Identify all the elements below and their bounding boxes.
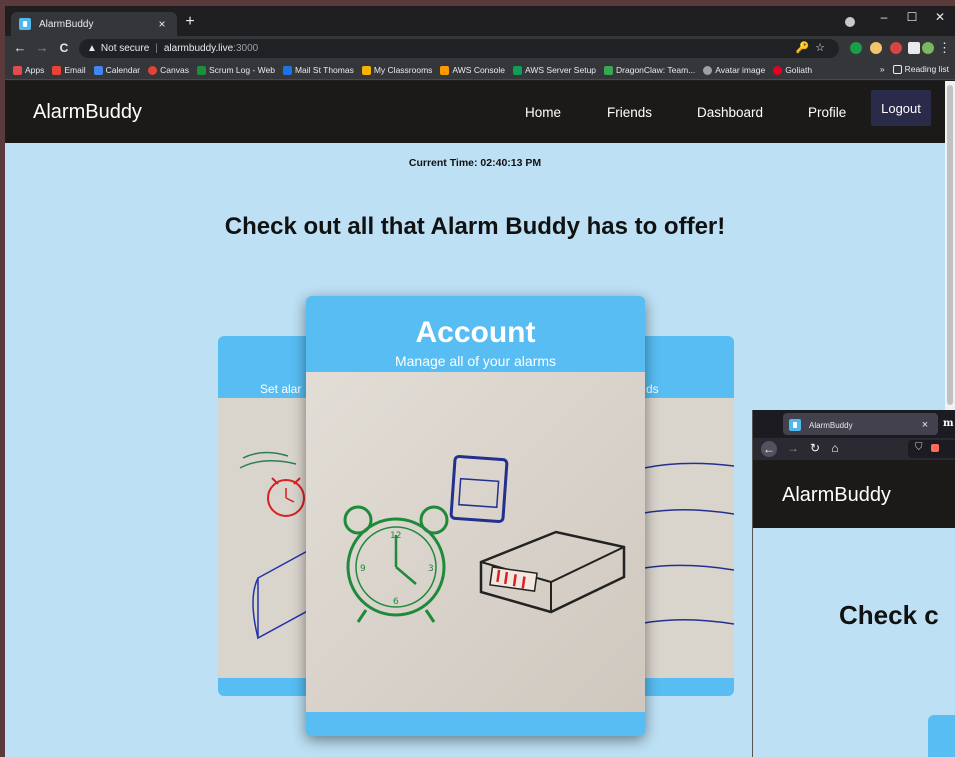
- bookmarks-right: » Reading list: [880, 64, 949, 74]
- bookmark-goliath[interactable]: Goliath: [773, 65, 812, 75]
- svg-text:3: 3: [428, 564, 434, 574]
- alarmbuddy-favicon-icon: [789, 419, 801, 431]
- scrollbar-thumb[interactable]: [947, 85, 953, 405]
- bookmark-canvas[interactable]: Canvas: [148, 65, 189, 75]
- outlook-icon: [282, 65, 292, 75]
- overlay-browser-window: AlarmBuddy × m ← → ↻ ⌂ ⛉ AlarmBuddy Chec…: [752, 410, 955, 757]
- profile-avatar-icon[interactable]: [922, 42, 934, 54]
- alarm-clocks-sketch: 12 3 6 9: [343, 455, 626, 623]
- security-label[interactable]: Not secure: [101, 43, 149, 54]
- svg-text:12: 12: [390, 531, 401, 541]
- overlay-brand-logo[interactable]: AlarmBuddy: [782, 484, 891, 507]
- back-button[interactable]: ←: [11, 40, 29, 56]
- card-subtitle: Manage all of your alarms: [394, 353, 557, 369]
- canvas-icon: [148, 65, 158, 75]
- overlay-close-tab-icon[interactable]: ×: [918, 419, 932, 431]
- bookmark-aws-console[interactable]: AWS Console: [440, 65, 505, 75]
- nav-friends[interactable]: Friends: [607, 105, 652, 120]
- svg-text:9: 9: [360, 564, 366, 574]
- minimize-button[interactable]: –: [870, 10, 898, 24]
- profile-indicator-icon[interactable]: [845, 17, 855, 27]
- bookmarks-bar: Apps Email Calendar Canvas Scrum Log - W…: [5, 61, 955, 80]
- reload-button[interactable]: C: [55, 40, 73, 56]
- card-left-subtitle: Set alar: [260, 382, 302, 396]
- current-time: Current Time: 02:40:13 PM: [408, 157, 542, 169]
- overlay-reload-icon[interactable]: ↻: [807, 441, 823, 455]
- extension-red-icon[interactable]: [890, 42, 902, 54]
- overlay-tab[interactable]: AlarmBuddy ×: [783, 413, 938, 435]
- overlay-toolbar: ← → ↻ ⌂ ⛉: [753, 438, 955, 460]
- bookmark-avatar-image[interactable]: Avatar image: [703, 65, 765, 75]
- address-bar[interactable]: ▲ Not secure | alarmbuddy.live :3000 🔑☆: [79, 39, 839, 58]
- logout-button[interactable]: Logout: [871, 90, 931, 126]
- pinterest-icon: [773, 65, 783, 75]
- card-image: 12 3 6 9: [306, 372, 645, 712]
- bookmark-aws-server-setup[interactable]: AWS Server Setup: [513, 65, 596, 75]
- close-window-button[interactable]: ✕: [926, 10, 954, 24]
- classroom-icon: [361, 65, 371, 75]
- calendar-icon: [93, 65, 103, 75]
- aws-icon: [440, 65, 450, 75]
- url-separator: |: [155, 43, 158, 54]
- new-tab-button[interactable]: +: [181, 14, 199, 30]
- bookmark-apps[interactable]: Apps: [13, 65, 44, 75]
- nav-home[interactable]: Home: [525, 105, 561, 120]
- tab-strip: AlarmBuddy × + – ☐ ✕: [5, 6, 955, 36]
- extension-green-icon[interactable]: [850, 42, 862, 54]
- overlay-headline: Check c: [839, 600, 939, 630]
- card-right-subtitle: ds: [646, 382, 659, 396]
- overlay-site-navbar: AlarmBuddy: [753, 460, 955, 528]
- overlay-shield-icon[interactable]: ⛉: [915, 442, 923, 453]
- warning-icon[interactable]: ▲: [87, 43, 97, 54]
- nav-profile[interactable]: Profile: [808, 105, 846, 120]
- url-port[interactable]: :3000: [233, 43, 258, 54]
- reading-list-button[interactable]: Reading list: [892, 64, 949, 74]
- site-navbar: AlarmBuddy Home Friends Dashboard Profil…: [5, 81, 945, 143]
- dragonclaw-icon: [604, 65, 614, 75]
- close-tab-icon[interactable]: ×: [155, 17, 169, 31]
- carousel-card-active[interactable]: Account Manage all of your alarms 12 3 6…: [306, 296, 645, 736]
- overlay-back-icon[interactable]: ←: [761, 441, 777, 457]
- sheets-icon: [196, 65, 206, 75]
- nav-dashboard[interactable]: Dashboard: [697, 105, 763, 120]
- bookmark-email[interactable]: Email: [52, 65, 86, 75]
- overlay-next-tab[interactable]: m: [943, 418, 954, 429]
- overlay-carousel-card[interactable]: [928, 715, 955, 757]
- maximize-button[interactable]: ☐: [898, 10, 926, 24]
- extension-shield-icon[interactable]: [870, 42, 882, 54]
- overlay-tab-title: AlarmBuddy: [809, 420, 853, 430]
- reading-list-icon: [892, 64, 902, 74]
- gmail-icon: [52, 65, 62, 75]
- bookmark-dragonclaw[interactable]: DragonClaw: Team...: [604, 65, 695, 75]
- key-and-star-icons[interactable]: 🔑☆: [795, 41, 831, 54]
- alarmbuddy-favicon-icon: [19, 18, 31, 30]
- bookmark-mail-st-thomas[interactable]: Mail St Thomas: [282, 65, 354, 75]
- browser-toolbar: ← → C ▲ Not secure | alarmbuddy.live :30…: [5, 36, 955, 61]
- bookmark-calendar[interactable]: Calendar: [93, 65, 140, 75]
- overlay-forward-icon[interactable]: →: [785, 441, 801, 455]
- chrome-menu-icon[interactable]: ⋮: [938, 40, 951, 56]
- overlay-insecure-icon[interactable]: [931, 444, 939, 452]
- more-bookmarks-button[interactable]: »: [880, 64, 885, 74]
- url-host[interactable]: alarmbuddy.live: [164, 43, 233, 54]
- svg-text:6: 6: [393, 597, 399, 607]
- puzzle-extensions-icon[interactable]: [908, 42, 920, 54]
- page-headline: Check out all that Alarm Buddy has to of…: [224, 213, 726, 240]
- bookmark-my-classrooms[interactable]: My Classrooms: [361, 65, 432, 75]
- card-title: Account: [415, 316, 536, 349]
- github-icon: [703, 65, 713, 75]
- tab-title: AlarmBuddy: [39, 18, 94, 30]
- browser-tab[interactable]: AlarmBuddy ×: [11, 12, 177, 36]
- brand-logo[interactable]: AlarmBuddy: [33, 101, 142, 124]
- forward-button[interactable]: →: [33, 40, 51, 56]
- aws-server-icon: [513, 65, 522, 75]
- bookmark-scrum-log[interactable]: Scrum Log - Web: [196, 65, 275, 75]
- apps-grid-icon: [13, 65, 22, 75]
- overlay-web-page: AlarmBuddy Check c: [753, 460, 955, 757]
- overlay-home-icon[interactable]: ⌂: [827, 441, 843, 455]
